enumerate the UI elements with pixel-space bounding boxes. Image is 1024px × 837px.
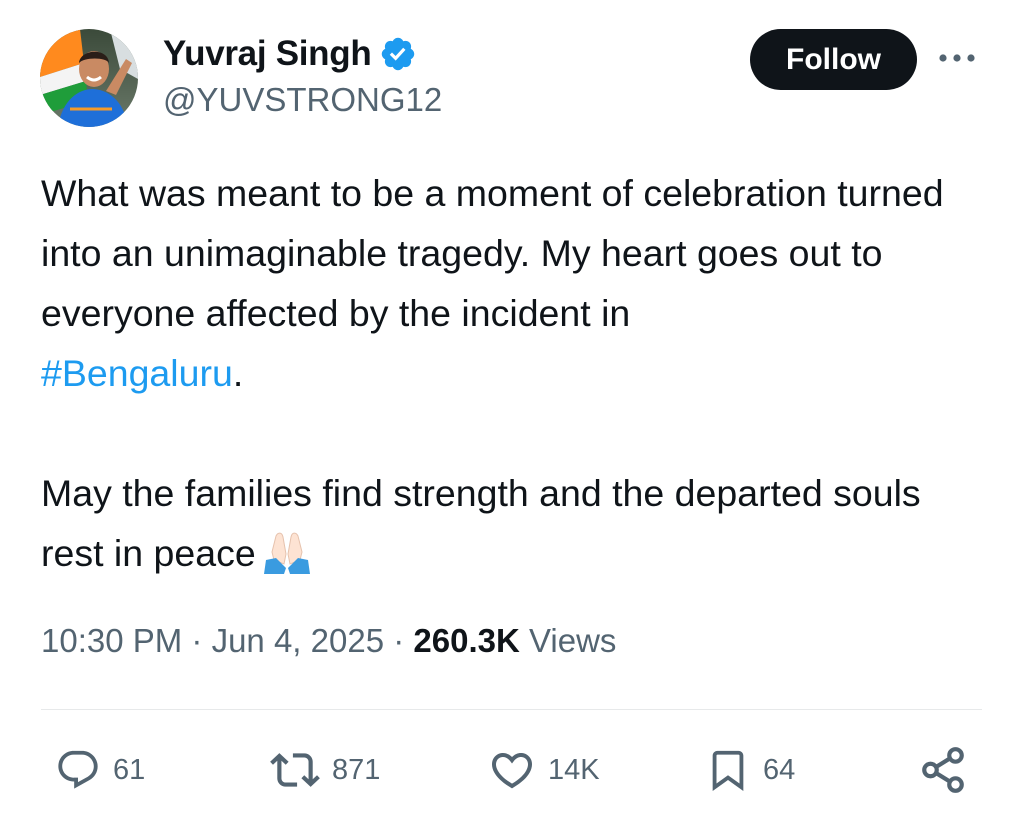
bookmark-button[interactable]: 64: [705, 744, 795, 796]
tweet-text-line-2: May the families find strength and the d…: [41, 472, 921, 574]
reply-icon: [58, 750, 98, 789]
author-display-name[interactable]: Yuvraj Singh: [163, 34, 372, 74]
like-count: 14K: [548, 753, 600, 786]
divider: [41, 709, 982, 710]
share-button[interactable]: [918, 744, 968, 796]
tweet-paragraph-1: What was meant to be a moment of celebra…: [41, 163, 986, 403]
more-horizontal-icon: [939, 54, 975, 62]
tweet-meta: 10:30 PM · Jun 4, 2025 · 260.3K Views: [41, 622, 616, 660]
tweet-text-line-1: What was meant to be a moment of celebra…: [41, 172, 944, 334]
verified-badge-icon[interactable]: [379, 35, 417, 73]
views-label: Views: [528, 622, 617, 659]
meta-separator: ·: [384, 622, 414, 659]
tweet-text: What was meant to be a moment of celebra…: [41, 163, 986, 591]
folded-hands-emoji-icon: [262, 530, 312, 591]
bookmark-count: 64: [763, 753, 796, 786]
tweet-time[interactable]: 10:30 PM: [41, 622, 182, 659]
reply-count: 61: [113, 753, 146, 786]
repost-button[interactable]: 871: [270, 744, 380, 796]
author-name-row: Yuvraj Singh: [163, 31, 417, 77]
like-button[interactable]: 14K: [488, 744, 600, 796]
follow-button[interactable]: Follow: [750, 29, 917, 90]
repost-icon: [270, 753, 320, 787]
author-handle[interactable]: @YUVSTRONG12: [163, 81, 442, 119]
share-icon: [922, 747, 964, 793]
more-options-button[interactable]: [932, 38, 982, 78]
profile-photo-icon: [40, 29, 138, 127]
bookmark-icon: [712, 750, 744, 791]
meta-separator: ·: [182, 622, 212, 659]
reply-button[interactable]: 61: [55, 744, 145, 796]
repost-count: 871: [332, 753, 381, 786]
hashtag-link[interactable]: #Bengaluru: [41, 352, 233, 394]
tweet-paragraph-2: May the families find strength and the d…: [41, 463, 986, 591]
heart-icon: [491, 753, 533, 789]
views-count: 260.3K: [413, 622, 520, 659]
tweet-date[interactable]: Jun 4, 2025: [212, 622, 384, 659]
avatar[interactable]: [40, 29, 138, 127]
tweet-text-line-1-end: .: [232, 352, 244, 394]
